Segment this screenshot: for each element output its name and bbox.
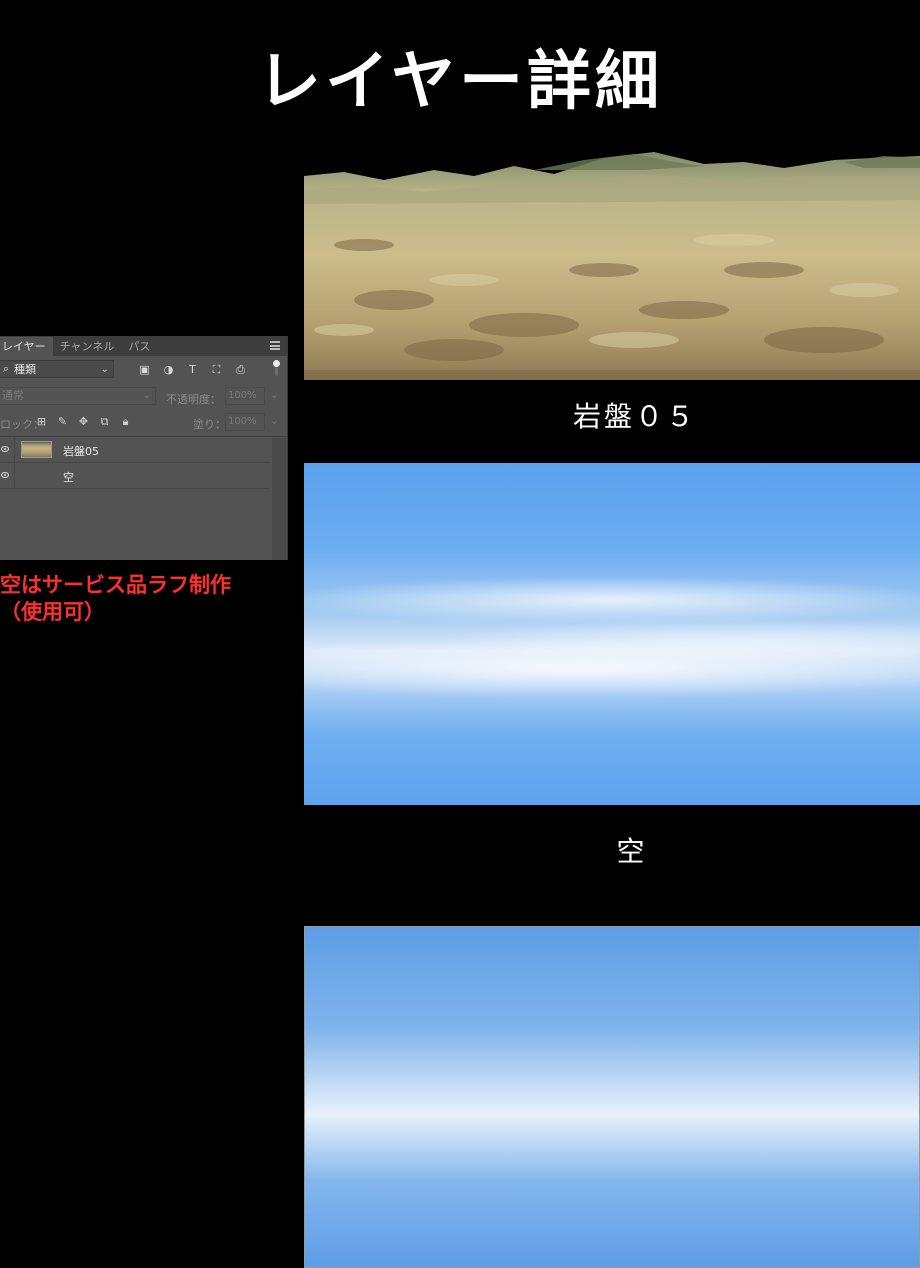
chevron-down-icon: ⌄ [100,363,109,375]
eye-icon[interactable] [1,472,9,478]
kind-filter-select[interactable]: ⌕ 種類 ⌄ [0,360,114,378]
fill-label: 塗り： [193,418,226,431]
sky-layer-image [304,463,920,805]
rock-terrain-illustration [304,152,920,380]
lock-artboard-icon[interactable]: ⧉ [98,415,111,428]
chevron-down-icon: ⌄ [142,390,151,401]
divider [14,463,15,488]
layer-row-sky[interactable]: 空 [0,463,920,1268]
tab-channels[interactable]: チャンネル [53,337,122,356]
tab-layers[interactable]: レイヤー [0,337,53,356]
filter-icons: ▣ ◑ T ⛶ ⎙ [138,363,247,376]
layer-name: 空 [63,471,74,484]
layer-thumbnail [21,441,52,458]
filter-toggle-track [275,367,278,376]
note-line-2: （使用可） [0,600,105,624]
blend-mode-value: 通常 [2,389,24,402]
layers-panel: レイヤー チャンネル パス ⌕ 種類 ⌄ ▣ ◑ T ⛶ ⎙ 通常 ⌄ 不透明度… [0,336,920,1268]
lock-row: ロック： ⊞ ✎ ✥ ⧉ 🔒︎ 塗り： 100% ⌄ [0,409,287,436]
blend-row: 通常 ⌄ 不透明度： 100% ⌄ [0,384,287,409]
smart-object-filter-icon[interactable]: ⎙ [234,363,247,376]
adjustment-filter-icon[interactable]: ◑ [162,363,175,376]
lock-transparent-icon[interactable]: ⊞ [35,415,48,428]
lock-image-icon[interactable]: ✎ [56,415,69,428]
shape-filter-icon[interactable]: ⛶ [210,363,223,376]
search-icon: ⌕ [2,362,10,375]
filter-row: ⌕ 種類 ⌄ ▣ ◑ T ⛶ ⎙ [0,356,287,384]
divider [14,437,15,462]
layer-thumbnail [304,926,920,1268]
fill-field[interactable]: 100% [225,413,265,431]
rock-caption: 岩盤０５ [572,400,697,433]
eye-icon[interactable] [1,446,9,452]
note-line-1: 空はサービス品ラフ制作 [0,573,231,597]
opacity-label: 不透明度： [166,393,221,406]
lock-all-icon[interactable]: 🔒︎ [119,415,132,428]
opacity-field[interactable]: 100% [225,387,265,405]
kind-filter-label: 種類 [14,363,36,376]
layer-list-scrollbar[interactable] [272,438,287,560]
rock-layer-image [304,150,920,380]
layer-row-rock[interactable]: 岩盤05 [0,437,270,463]
chevron-down-icon[interactable]: ⌄ [270,416,278,427]
filter-toggle[interactable] [273,360,280,367]
layer-list: 岩盤05 空 [0,436,920,1268]
lock-position-icon[interactable]: ✥ [77,415,90,428]
lock-icons: ⊞ ✎ ✥ ⧉ 🔒︎ [35,415,132,428]
page-title: レイヤー詳細 [256,45,664,119]
chevron-down-icon[interactable]: ⌄ [270,390,278,401]
note-text: 空はサービス品ラフ制作 （使用可） [0,572,300,626]
type-filter-icon[interactable]: T [186,363,199,376]
layer-name: 岩盤05 [63,445,99,458]
sky-caption: 空 [616,835,648,868]
panel-tabs: レイヤー チャンネル パス [0,336,287,356]
tab-paths[interactable]: パス [121,337,157,356]
image-filter-icon[interactable]: ▣ [138,363,151,376]
blend-mode-select[interactable]: 通常 ⌄ [0,387,156,405]
panel-menu-icon[interactable] [270,341,280,350]
